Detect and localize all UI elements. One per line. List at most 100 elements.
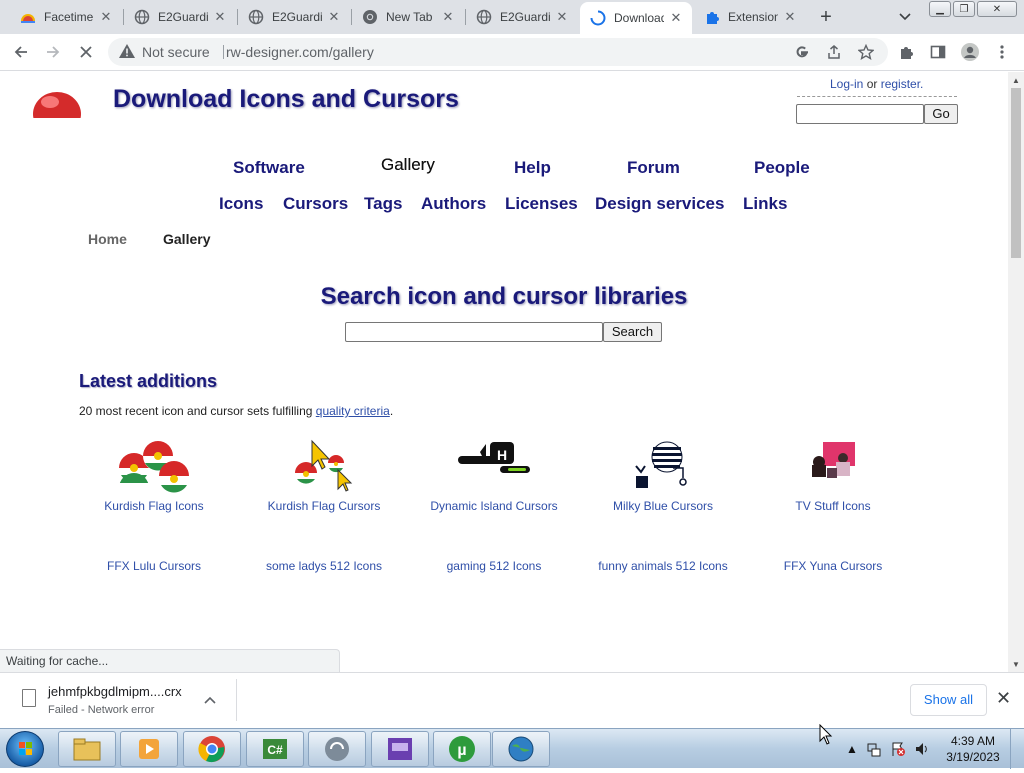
action-center-flag-icon[interactable] [890,729,906,769]
gallery-item-label[interactable]: Kurdish Flag Icons [84,498,224,514]
taskbar-explorer[interactable] [58,731,116,767]
gallery-item-label[interactable]: some ladys 512 Icons [254,558,394,574]
nav-cursors[interactable]: Cursors [283,194,348,214]
gallery-item-label[interactable]: Kurdish Flag Cursors [254,498,394,514]
gallery-item[interactable]: H Dynamic Island Cursors [424,438,564,514]
gallery-item[interactable]: Kurdish Flag Icons [84,438,224,514]
chevron-up-icon[interactable] [204,691,216,707]
close-shelf-icon[interactable]: ✕ [996,688,1011,709]
quality-criteria-link[interactable]: quality criteria [316,404,390,418]
page-scrollbar[interactable]: ▲ ▼ [1008,72,1024,672]
nav-links[interactable]: Links [743,194,787,214]
gallery-item-label[interactable]: Dynamic Island Cursors [424,498,564,514]
gallery-item[interactable]: gaming 512 Icons [424,558,564,574]
show-desktop-button[interactable] [1010,729,1024,769]
side-panel-icon[interactable] [926,40,950,64]
gallery-item[interactable]: FFX Lulu Cursors [84,558,224,574]
tab-new-tab[interactable]: New Tab ✕ [352,3,464,31]
search-button[interactable]: Search [603,322,662,342]
start-button[interactable] [6,731,44,767]
tv-stuff-icon-preview[interactable] [763,438,903,498]
extensions-puzzle-icon[interactable] [894,40,918,64]
go-button[interactable]: Go [924,104,958,124]
profile-avatar-icon[interactable] [958,40,982,64]
kurdish-flag-icon-preview[interactable] [84,438,224,498]
share-icon[interactable] [824,42,844,62]
nav-help[interactable]: Help [514,158,551,178]
taskbar-media-player[interactable] [120,731,178,767]
milky-blue-cursor-preview[interactable] [593,438,733,498]
gallery-item[interactable]: funny animals 512 Icons [593,558,733,574]
scrollbar-thumb[interactable] [1011,88,1021,258]
nav-gallery[interactable]: Gallery [381,155,435,175]
taskbar-network-globe[interactable] [492,731,550,767]
nav-authors[interactable]: Authors [421,194,486,214]
forward-icon[interactable] [41,40,65,64]
gallery-item[interactable]: FFX Yuna Cursors [763,558,903,574]
taskbar-chrome[interactable] [183,731,241,767]
tab-facetime[interactable]: Facetime ✕ [10,3,122,31]
taskbar-app-purple[interactable] [371,731,429,767]
nav-tags[interactable]: Tags [364,194,402,214]
gallery-item-label[interactable]: gaming 512 Icons [424,558,564,574]
new-tab-icon[interactable]: + [814,5,838,29]
login-link[interactable]: Log-in [830,77,863,91]
tab-e2guardian[interactable]: E2Guardian ✕ [466,3,578,31]
gallery-item-label[interactable]: FFX Lulu Cursors [84,558,224,574]
tab-e2guardian[interactable]: E2Guardian ✕ [124,3,236,31]
address-bar[interactable]: Not secure rw-designer.com/gallery [108,38,888,66]
stop-loading-icon[interactable] [74,40,98,64]
gallery-item[interactable]: Milky Blue Cursors [593,438,733,514]
nav-people[interactable]: People [754,158,810,178]
nav-icons[interactable]: Icons [219,194,263,214]
gallery-item[interactable]: Kurdish Flag Cursors [254,438,394,514]
warning-icon[interactable] [118,43,136,64]
tab-extensions[interactable]: Extensions ✕ [694,3,806,31]
tray-expand-icon[interactable]: ▲ [846,729,858,769]
scroll-down-icon[interactable]: ▼ [1008,656,1024,672]
nav-software[interactable]: Software [233,158,305,178]
gallery-item-label[interactable]: FFX Yuna Cursors [763,558,903,574]
kurdish-flag-cursor-preview[interactable] [254,438,394,498]
url-text[interactable]: rw-designer.com/gallery [226,44,374,60]
gallery-item-label[interactable]: Milky Blue Cursors [593,498,733,514]
close-icon[interactable]: ✕ [554,9,570,25]
site-search-input[interactable] [796,104,924,124]
system-clock[interactable]: 4:39 AM 3/19/2023 [940,733,1006,765]
close-icon[interactable]: ✕ [98,9,114,25]
tab-search-icon[interactable] [893,5,917,29]
taskbar-csharp[interactable]: C# [246,731,304,767]
library-search-input[interactable] [345,322,603,342]
back-icon[interactable] [9,40,33,64]
download-filename[interactable]: jehmfpkbgdlmipm....crx [48,684,182,699]
nav-licenses[interactable]: Licenses [505,194,578,214]
close-icon[interactable]: ✕ [782,9,798,25]
register-link[interactable]: register. [881,77,924,91]
close-icon[interactable]: ✕ [326,9,342,25]
gallery-item-label[interactable]: funny animals 512 Icons [593,558,733,574]
gallery-item[interactable]: some ladys 512 Icons [254,558,394,574]
security-label[interactable]: Not secure [142,44,210,60]
network-icon[interactable] [866,729,882,769]
google-icon[interactable] [792,42,812,62]
dynamic-island-cursor-preview[interactable]: H [424,438,564,498]
nav-design-services[interactable]: Design services [595,194,724,214]
taskbar-app-grey[interactable] [308,731,366,767]
taskbar-utorrent[interactable]: µ [433,731,491,767]
bookmark-star-icon[interactable] [856,42,876,62]
menu-kebab-icon[interactable] [990,40,1014,64]
show-all-button[interactable]: Show all [910,684,987,716]
tab-e2guardian[interactable]: E2Guardian ✕ [238,3,350,31]
scroll-up-icon[interactable]: ▲ [1008,72,1024,88]
minimize-button[interactable]: ▁ [929,1,951,17]
close-icon[interactable]: ✕ [668,10,684,26]
gallery-item[interactable]: TV Stuff Icons [763,438,903,514]
restore-button[interactable]: ❐ [953,1,975,17]
breadcrumb-home[interactable]: Home [88,231,127,247]
site-logo[interactable] [30,86,82,118]
close-window-button[interactable]: ✕ [977,1,1017,17]
close-icon[interactable]: ✕ [440,9,456,25]
volume-icon[interactable] [914,729,930,769]
gallery-item-label[interactable]: TV Stuff Icons [763,498,903,514]
tab-download-icons[interactable]: Download Icons and Cursors ✕ [580,2,692,34]
